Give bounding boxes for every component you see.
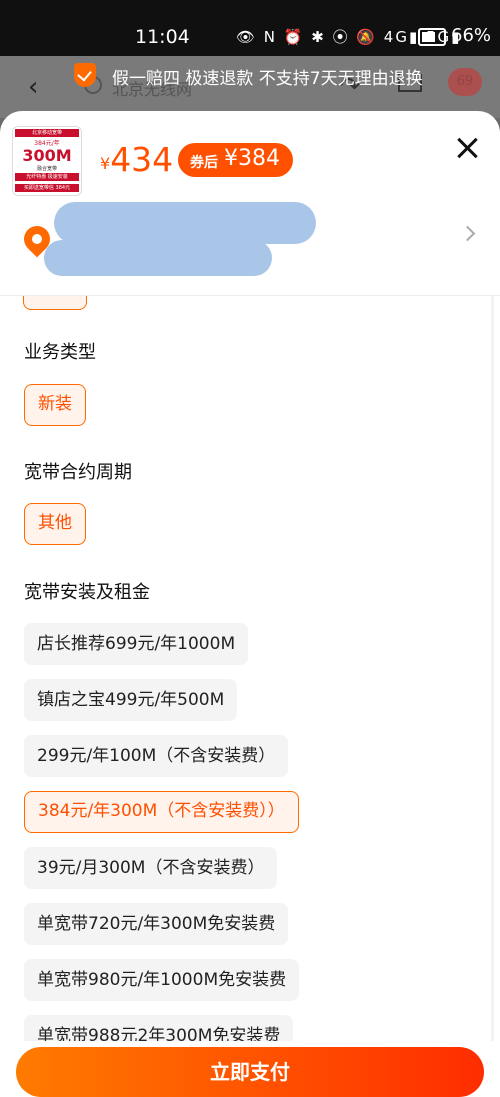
address-row[interactable] xyxy=(0,200,500,296)
option-chip-selected[interactable]: 384元/年300M（不含安装费）） xyxy=(24,791,299,833)
shield-icon xyxy=(74,63,96,87)
option-chip[interactable]: 单宽带720元/年300M免安装费 xyxy=(24,903,289,945)
product-price: ¥434 xyxy=(100,140,173,179)
redacted-address xyxy=(44,240,272,276)
section-label-contract-period: 宽带合约周期 xyxy=(24,462,132,483)
coupon-price: ¥384 xyxy=(224,146,280,171)
thumb-subtitle: 融合宽带 xyxy=(36,166,57,172)
option-chip[interactable]: 单宽带988元2年300M免安装费 xyxy=(24,1015,294,1041)
option-chip[interactable]: 店长推荐699元/年1000M xyxy=(24,623,249,665)
status-time: 11:04 xyxy=(135,26,190,48)
option-chip[interactable]: 39元/月300M（不含安装费） xyxy=(24,847,278,889)
pay-now-button[interactable]: 立即支付 xyxy=(16,1047,484,1097)
battery-fill xyxy=(422,32,435,42)
options-list[interactable]: 业务类型 新装 宽带合约周期 其他 宽带安装及租金 店长推荐699元/年1000… xyxy=(0,296,500,1041)
chevron-right-icon xyxy=(459,225,476,242)
option-chip[interactable]: 单宽带980元/年1000M免安装费 xyxy=(24,959,300,1001)
close-icon[interactable] xyxy=(452,133,482,163)
redacted-address xyxy=(54,202,316,244)
scrollbar[interactable] xyxy=(491,296,494,1041)
thumb-brand: 北京移动宽带 xyxy=(15,129,79,137)
option-chip[interactable]: 其他 xyxy=(24,503,86,545)
coupon-label: 券后 xyxy=(190,155,218,171)
section-label-install-rent: 宽带安装及租金 xyxy=(24,582,150,603)
product-thumbnail[interactable]: 北京移动宽带 384元/年 300M 融合宽带 光纤特惠 极速安装 买即送宽带信… xyxy=(12,126,82,196)
currency-symbol: ¥ xyxy=(100,154,111,173)
thumb-tag: 光纤特惠 极速安装 xyxy=(15,173,79,181)
battery-icon xyxy=(418,28,446,46)
coupon-price-badge: 券后 ¥384 xyxy=(178,143,293,177)
back-icon[interactable]: ‹ xyxy=(28,72,38,102)
thumb-tag: 买即送宽带信 384元 xyxy=(15,184,79,192)
thumb-speed: 300M xyxy=(22,146,72,165)
option-chip-partial[interactable] xyxy=(23,296,87,310)
cart-badge: 69 xyxy=(448,68,482,96)
option-chip[interactable]: 镇店之宝499元/年500M xyxy=(24,679,238,721)
option-chip[interactable]: 299元/年100M（不含安装费） xyxy=(24,735,289,777)
section-label-business-type: 业务类型 xyxy=(24,342,96,363)
option-chip[interactable]: 新装 xyxy=(24,384,86,426)
price-value: 434 xyxy=(110,140,174,179)
battery-percentage: 66% xyxy=(451,25,492,46)
guarantee-text: 假一赔四 极速退款 不支持7天无理由退换 xyxy=(112,69,423,89)
